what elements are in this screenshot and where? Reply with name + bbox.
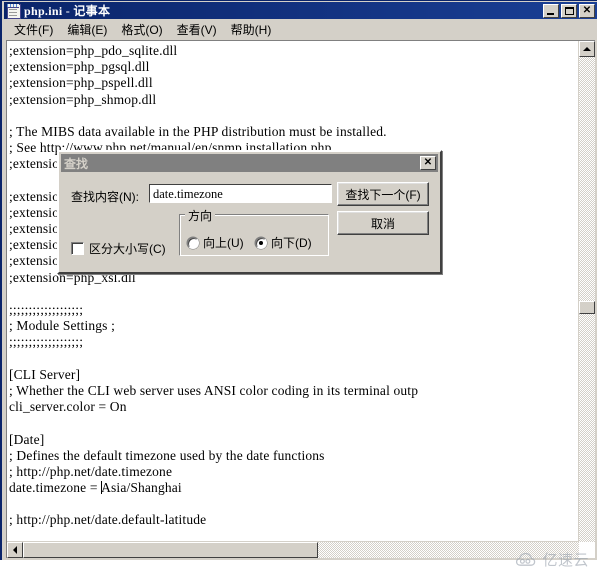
editor-line: date.timezone = Asia/Shanghai [9,480,182,496]
editor-line: ; The MIBS data available in the PHP dis… [9,123,387,139]
menu-item-help[interactable]: 帮助(H) [224,19,279,40]
menu-item-file[interactable]: 文件(F) [7,19,60,40]
cancel-button-label: 取消 [370,216,395,231]
checkbox-icon [71,242,84,255]
find-dialog-titlebar[interactable]: 查找 ✕ [61,154,438,172]
window-title: php.ini - 记事本 [24,4,111,18]
menu-item-format[interactable]: 格式(O) [114,19,169,40]
editor-line: [Date] [9,431,45,447]
vertical-scrollbar[interactable] [578,41,595,542]
close-button[interactable]: ✕ [579,3,595,18]
find-what-input[interactable] [149,184,332,203]
editor-frame: ;extension=php_pdo_sqlite.dll ;extension=… [6,40,595,558]
editor-line: ;extension=php_pspell.dll [9,75,153,91]
direction-groupbox-legend: 方向 [185,207,216,224]
radio-direction-up-label: 向上(U) [203,236,244,250]
radio-direction-down-label: 向下(D) [271,236,312,250]
text-editor-area[interactable]: ;extension=php_pdo_sqlite.dll ;extension=… [7,41,577,541]
editor-line: ;;;;;;;;;;;;;;;;;;; [9,302,84,317]
scroll-up-button[interactable] [579,41,595,57]
find-dialog-close-button[interactable]: ✕ [420,156,436,170]
editor-line: ;extension=php_shmop.dll [9,91,157,107]
editor-line: [CLI Server] [9,366,81,382]
radio-direction-up[interactable]: 向上(U) [187,234,244,251]
find-next-button-label: 查找下一个(F) [345,187,421,202]
horizontal-scrollbar[interactable] [7,541,579,558]
title-bar: php.ini - 记事本 ✕ [4,2,597,19]
find-dialog: 查找 ✕ 查找内容(N): 查找下一个(F) 取消 方向 向上(U) 向下(D)… [57,150,442,274]
radio-up-icon [187,236,199,249]
scroll-left-button[interactable] [7,542,23,558]
text-caret [101,481,103,495]
close-icon: ✕ [423,157,433,168]
editor-line: ;;;;;;;;;;;;;;;;;;; [9,334,84,350]
arrow-up-icon [583,47,591,51]
window-buttons: ✕ [543,3,595,18]
find-next-button[interactable]: 查找下一个(F) [337,182,429,206]
menu-bar: 文件(F) 编辑(E) 格式(O) 查看(V) 帮助(H) [4,20,597,39]
editor-line: cli_server.color = On [9,399,127,415]
close-icon: ✕ [582,4,592,16]
editor-line: ; Whether the CLI web server uses ANSI c… [9,382,419,398]
arrow-left-icon [13,546,17,554]
radio-direction-down[interactable]: 向下(D) [255,234,312,251]
match-case-checkbox[interactable]: 区分大小写(C) [71,240,166,257]
find-dialog-title: 查找 [64,156,89,171]
menu-item-edit[interactable]: 编辑(E) [60,19,114,40]
radio-down-icon [255,236,267,249]
cancel-button[interactable]: 取消 [337,211,429,235]
notepad-icon [6,3,21,19]
editor-line: ; Module Settings ; [9,318,115,334]
menu-item-view[interactable]: 查看(V) [170,19,224,40]
editor-line: ;extension=php_pgsql.dll [9,59,150,75]
vertical-scrollbar-thumb[interactable] [579,301,595,314]
horizontal-scrollbar-thumb[interactable] [23,542,318,558]
editor-line: ; http://php.net/date.default-latitude [9,512,207,528]
editor-line: ;extension=php_pdo_sqlite.dll [9,43,178,58]
match-case-label: 区分大小写(C) [89,242,166,256]
editor-line: ; http://php.net/date.timezone [9,463,173,479]
notepad-window: php.ini - 记事本 ✕ 文件(F) 编辑(E) 格式(O) 查看(V) … [0,0,597,560]
maximize-button[interactable] [561,3,577,18]
minimize-icon [547,12,554,15]
editor-line: ; Defines the default timezone used by t… [9,447,325,463]
find-what-label: 查找内容(N): [71,190,139,204]
maximize-icon [564,6,574,15]
minimize-button[interactable] [543,3,559,18]
